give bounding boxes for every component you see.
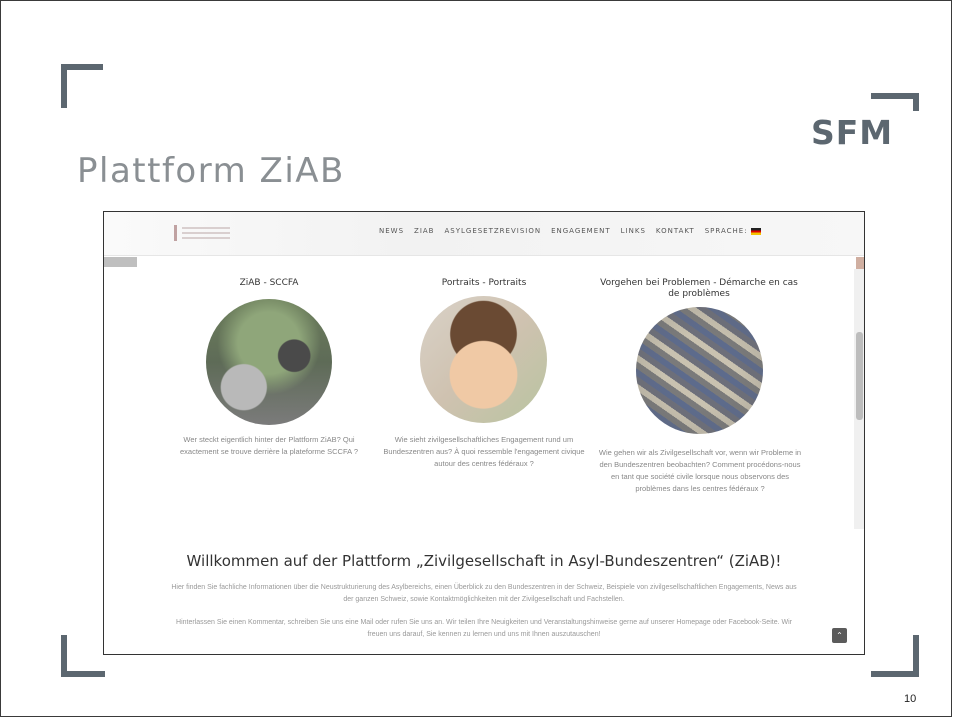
nav-item-asylgesetzrevision[interactable]: ASYLGESETZREVISION — [444, 227, 541, 235]
corner-bottom-right-h — [871, 671, 919, 677]
site-navbar: NEWS ZIAB ASYLGESETZREVISION ENGAGEMENT … — [104, 212, 864, 256]
page-number: 10 — [904, 693, 917, 705]
site-logo[interactable] — [174, 225, 234, 241]
intro-paragraph: Hier finden Sie fachliche Informationen … — [171, 584, 797, 603]
corner-top-left-h — [61, 64, 103, 70]
sfm-logo: SFM — [811, 113, 894, 152]
column-text-ziab: Wer steckt eigentlich hinter der Plattfo… — [179, 435, 358, 456]
scrollbar-thumb[interactable] — [856, 332, 863, 420]
nav-item-kontakt[interactable]: KONTAKT — [656, 227, 695, 235]
vorgehen-photo[interactable] — [636, 307, 763, 434]
column-text-vorgehen: Wie gehen wir als Zivilgesellschaft vor,… — [598, 448, 802, 493]
logo-line — [182, 232, 230, 234]
logo-mark — [174, 225, 177, 241]
column-title-ziab[interactable]: ZiAB - SCCFA — [189, 278, 349, 289]
logo-text-lines — [182, 227, 230, 242]
chevron-up-icon: ⌃ — [836, 631, 843, 640]
corner-top-right-v — [913, 93, 919, 111]
nav-item-engagement[interactable]: ENGAGEMENT — [551, 227, 611, 235]
website-screenshot: NEWS ZIAB ASYLGESETZREVISION ENGAGEMENT … — [103, 211, 865, 655]
logo-line — [182, 237, 230, 239]
corner-top-left-v — [61, 64, 67, 108]
corner-bottom-left-h — [61, 671, 105, 677]
slide-title: Plattform ZiAB — [77, 151, 345, 191]
slide: SFM Plattform ZiAB NEWS ZIAB ASYLGESETZR… — [0, 0, 952, 717]
logo-line — [182, 227, 230, 229]
nav-item-links[interactable]: LINKS — [621, 227, 646, 235]
back-to-top-button[interactable]: ⌃ — [832, 628, 847, 643]
portraits-photo[interactable] — [420, 296, 547, 423]
column-text-portraits: Wie sieht zivilgesellschaftliches Engage… — [383, 435, 585, 468]
nav-item-news[interactable]: NEWS — [379, 227, 404, 235]
comment-paragraph: Hinterlassen Sie einen Kommentar, schrei… — [176, 619, 792, 638]
slider-edge-left — [104, 257, 137, 267]
german-flag-icon — [750, 227, 761, 235]
nav-item-ziab[interactable]: ZIAB — [414, 227, 434, 235]
photo-shade — [636, 307, 763, 434]
ziab-photo[interactable] — [206, 299, 332, 425]
column-title-vorgehen[interactable]: Vorgehen bei Problemen - Démarche en cas… — [599, 278, 799, 300]
nav-item-language[interactable]: SPRACHE: — [705, 227, 761, 235]
corner-top-right-h — [871, 93, 919, 99]
site-nav: NEWS ZIAB ASYLGESETZREVISION ENGAGEMENT … — [379, 227, 761, 235]
welcome-heading: Willkommen auf der Plattform „Zivilgesel… — [186, 552, 782, 570]
language-label: SPRACHE: — [704, 227, 748, 235]
column-title-portraits[interactable]: Portraits - Portraits — [404, 278, 564, 289]
